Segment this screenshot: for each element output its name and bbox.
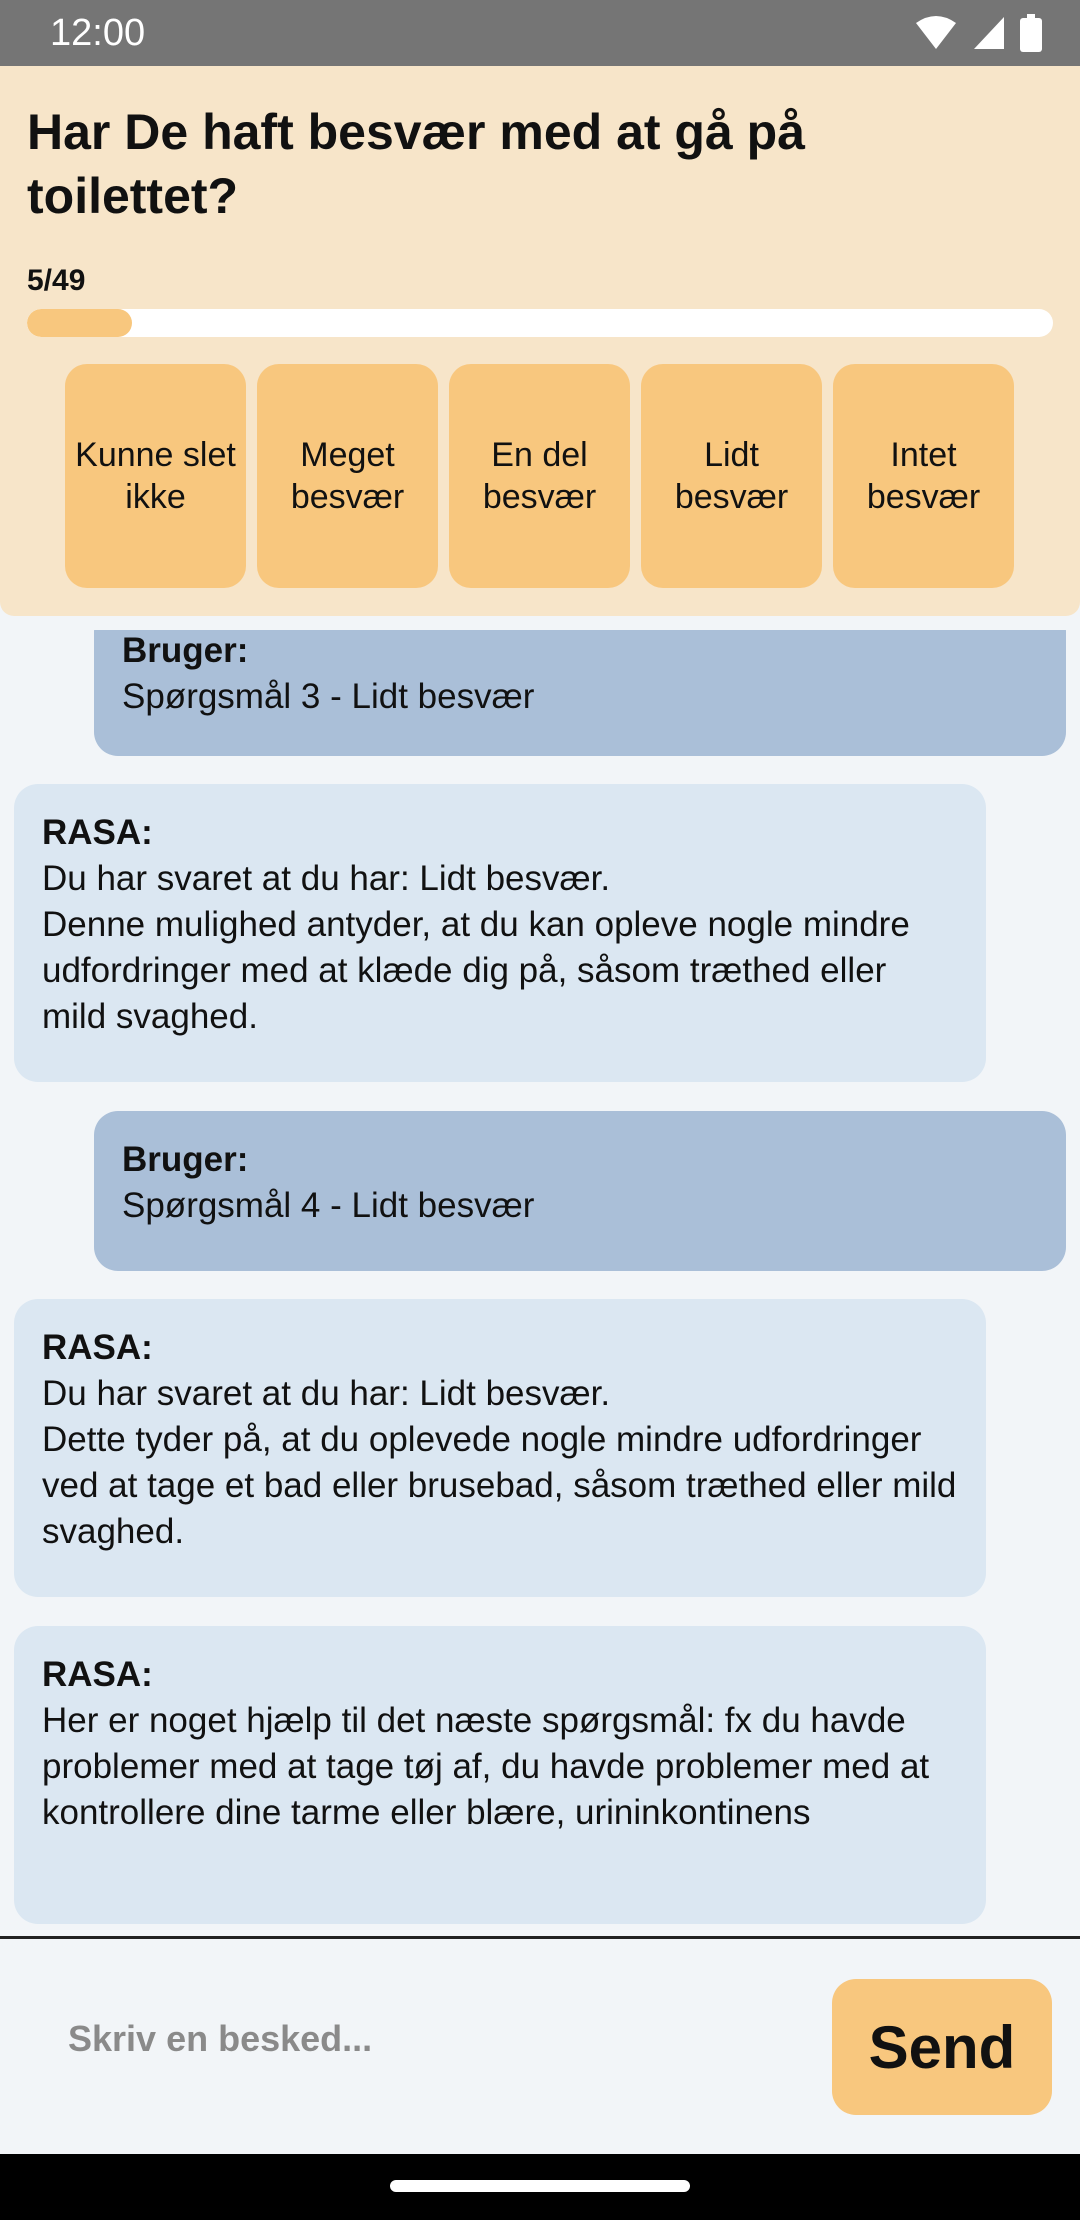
progress-fill xyxy=(27,309,132,337)
answer-button-meget-besvaer[interactable]: Meget besvær xyxy=(257,364,438,588)
message-text: Spørgsmål 4 - Lidt besvær xyxy=(122,1186,535,1225)
message-composer: Send xyxy=(0,1936,1080,2154)
progress-bar xyxy=(27,309,1053,337)
bot-message: RASA: Du har svaret at du har: Lidt besv… xyxy=(14,1299,986,1597)
progress-counter: 5/49 xyxy=(27,264,86,297)
message-text: Her er noget hjælp til det næste spørgsm… xyxy=(42,1701,930,1832)
question-title: Har De haft besvær med at gå på toilette… xyxy=(27,104,806,224)
app-screen: 12:00 Har De haft besvær med at gå på to… xyxy=(0,0,1080,2220)
bot-message: RASA: Her er noget hjælp til det næste s… xyxy=(14,1626,986,1924)
bot-message: RASA: Du har svaret at du har: Lidt besv… xyxy=(14,784,986,1082)
question-panel: Har De haft besvær med at gå på toilette… xyxy=(0,66,1080,616)
status-icons xyxy=(914,14,1042,52)
answer-button-lidt-besvaer[interactable]: Lidt besvær xyxy=(641,364,822,588)
user-message: Bruger: Spørgsmål 3 - Lidt besvær xyxy=(94,630,1066,756)
answer-button-kunne-slet-ikke[interactable]: Kunne slet ikke xyxy=(65,364,246,588)
signal-icon xyxy=(974,17,1004,49)
answer-options: Kunne slet ikke Meget besvær En del besv… xyxy=(65,364,1014,588)
message-sender: RASA: xyxy=(42,1328,153,1367)
wifi-icon xyxy=(916,16,956,49)
message-sender: Bruger: xyxy=(122,631,249,670)
answer-button-intet-besvaer[interactable]: Intet besvær xyxy=(833,364,1014,588)
home-handle[interactable] xyxy=(390,2180,690,2192)
message-text: Du har svaret at du har: Lidt besvær. De… xyxy=(42,859,910,1036)
user-message: Bruger: Spørgsmål 4 - Lidt besvær xyxy=(94,1111,1066,1271)
answer-button-en-del-besvaer[interactable]: En del besvær xyxy=(449,364,630,588)
message-text: Du har svaret at du har: Lidt besvær. De… xyxy=(42,1374,957,1551)
navigation-bar xyxy=(0,2154,1080,2220)
chat-log[interactable]: Bruger: Spørgsmål 3 - Lidt besvær RASA: … xyxy=(0,630,1080,1936)
battery-icon xyxy=(1020,14,1042,52)
message-text: Spørgsmål 3 - Lidt besvær xyxy=(122,677,535,716)
message-input[interactable] xyxy=(40,1989,800,2089)
message-sender: RASA: xyxy=(42,813,153,852)
status-bar: 12:00 xyxy=(0,0,1080,66)
status-time: 12:00 xyxy=(50,12,146,54)
send-button[interactable]: Send xyxy=(832,1979,1052,2115)
message-sender: RASA: xyxy=(42,1655,153,1694)
message-sender: Bruger: xyxy=(122,1140,249,1179)
